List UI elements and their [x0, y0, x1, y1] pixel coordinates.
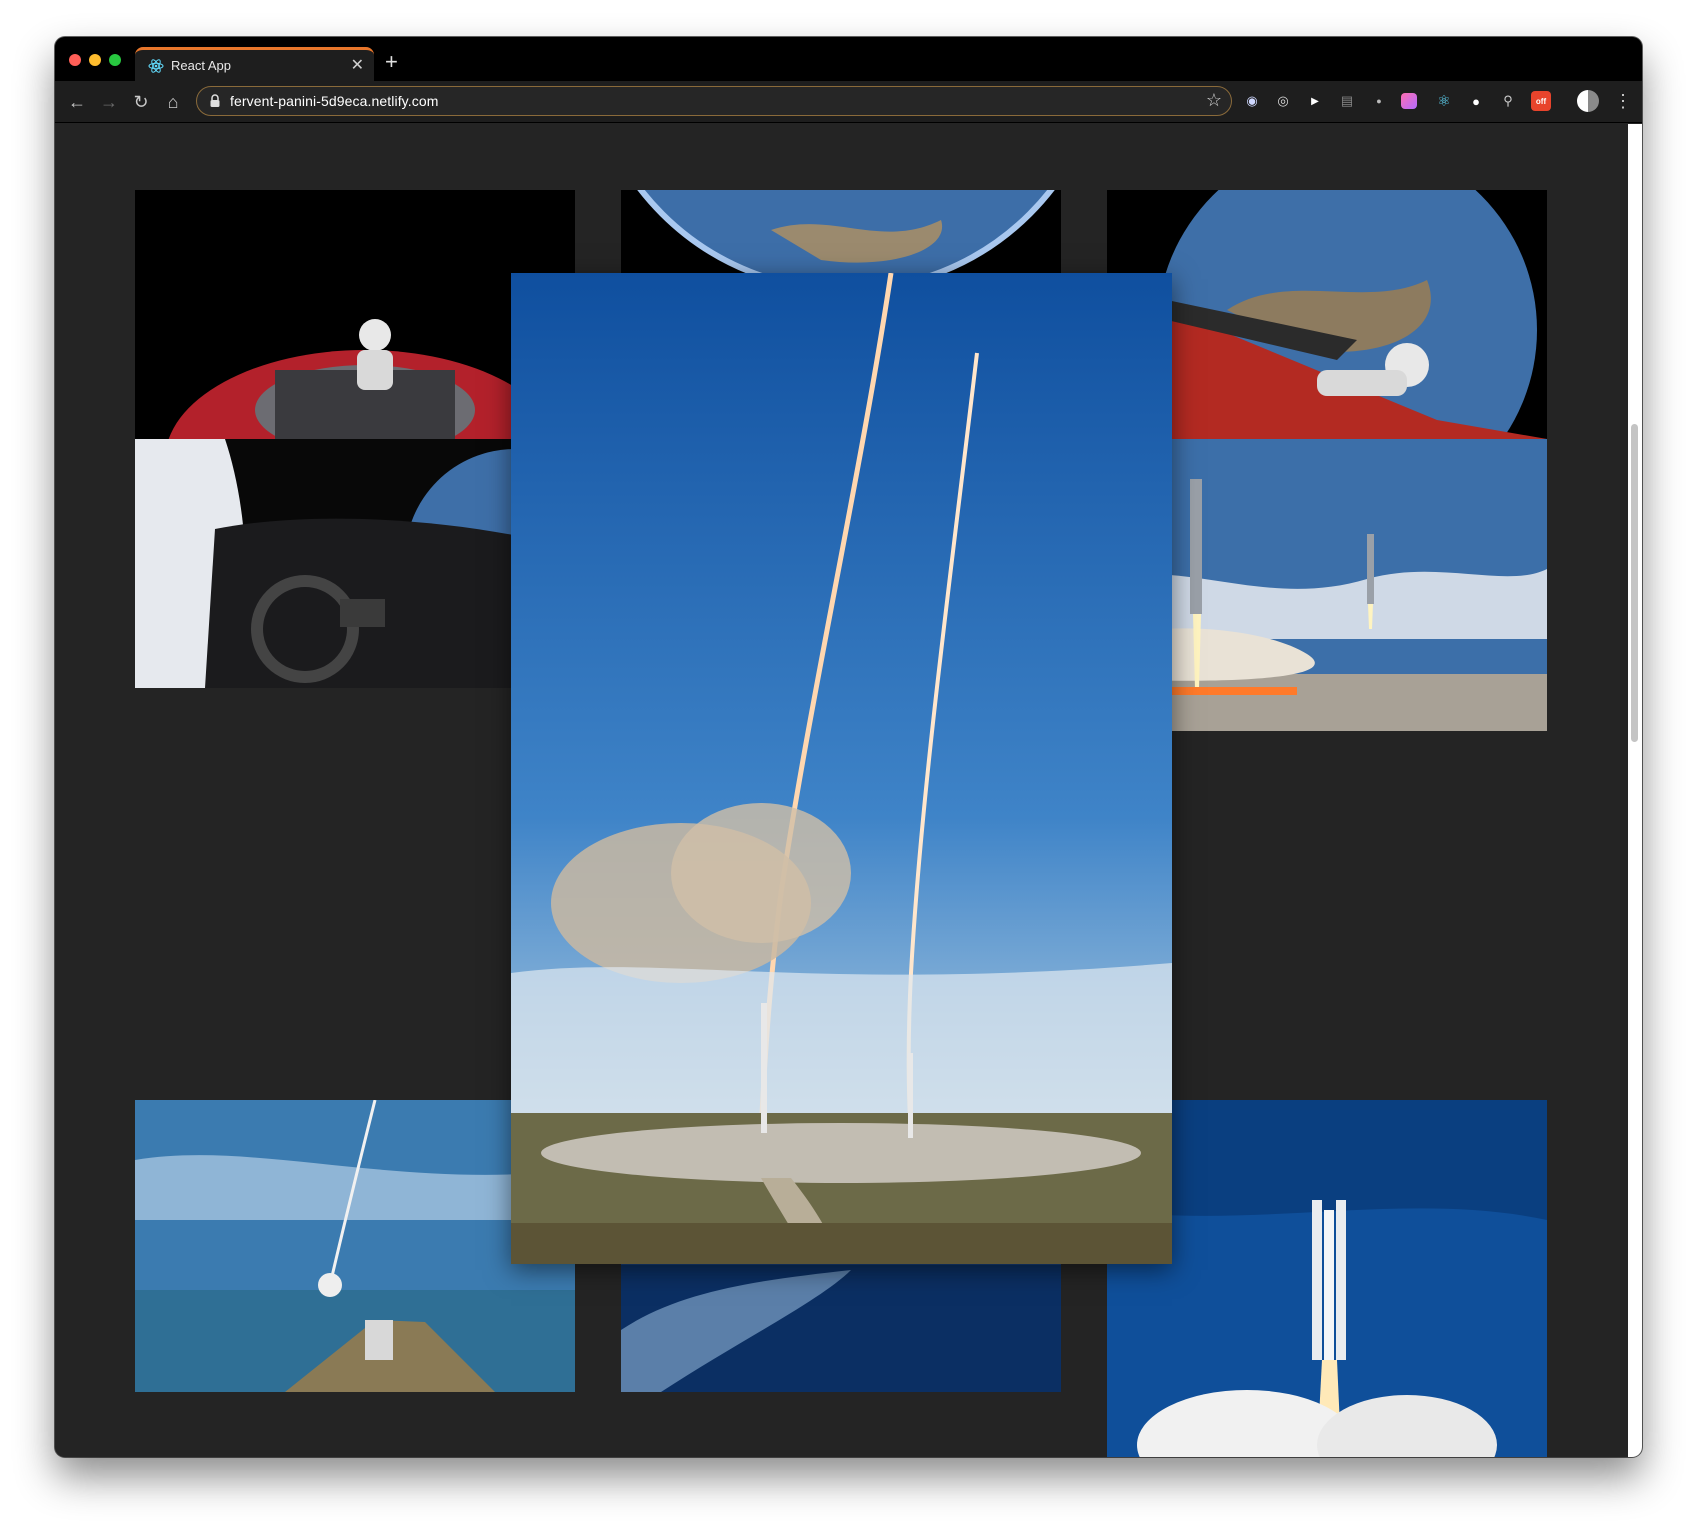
close-window-button[interactable]	[69, 54, 81, 66]
browser-window: React App ✕ + ← → ↻ ⌂ fervent-panini-5d9…	[55, 37, 1642, 1457]
url-text: fervent-panini-5d9eca.netlify.com	[230, 93, 439, 109]
tab-react-app[interactable]: React App ✕	[135, 47, 374, 81]
falcon-heavy-liftoff-image[interactable]	[1107, 1100, 1547, 1457]
booster-landing-trails-image[interactable]	[511, 273, 1172, 1264]
tab-title: React App	[171, 58, 231, 73]
gradient-extension-icon[interactable]	[1401, 93, 1417, 109]
title-bar: React App ✕ +	[55, 37, 1642, 81]
launch-aerial-view-image[interactable]	[135, 1100, 575, 1392]
minimize-window-button[interactable]	[89, 54, 101, 66]
page-viewport	[55, 124, 1628, 1457]
play-extension-icon[interactable]: ▶	[1305, 91, 1325, 111]
reload-icon[interactable]: ↻	[129, 90, 153, 114]
starman-dashboard-image[interactable]	[135, 439, 575, 688]
forward-arrow-icon[interactable]: →	[97, 90, 121, 114]
lock-icon	[210, 94, 220, 107]
roadster-over-earth-image[interactable]	[1107, 190, 1547, 439]
address-bar[interactable]: fervent-panini-5d9eca.netlify.com ☆	[196, 86, 1232, 116]
react-logo-icon	[148, 59, 164, 73]
browser-toolbar: ← → ↻ ⌂ fervent-panini-5d9eca.netlify.co…	[55, 81, 1642, 123]
vertical-scrollbar[interactable]	[1628, 124, 1642, 1457]
roadster-crescent-earth-image[interactable]	[135, 190, 575, 439]
bookmark-star-icon[interactable]: ☆	[1206, 90, 1222, 111]
back-arrow-icon[interactable]: ←	[65, 90, 89, 114]
mouse-extension-icon[interactable]: ●	[1369, 91, 1389, 111]
new-tab-button[interactable]: +	[385, 49, 398, 75]
owl-extension-icon[interactable]: ◉	[1242, 91, 1262, 111]
side-boosters-landing-image[interactable]	[1107, 439, 1547, 731]
pin-extension-icon[interactable]: ⚲	[1498, 91, 1518, 111]
home-icon[interactable]: ⌂	[161, 90, 185, 114]
scrollbar-thumb[interactable]	[1631, 424, 1638, 742]
react-devtools-icon[interactable]: ⚛	[1434, 91, 1454, 111]
circle-extension-icon[interactable]: ●	[1466, 91, 1486, 111]
podcast-extension-icon[interactable]: ◎	[1273, 91, 1293, 111]
close-tab-icon[interactable]: ✕	[351, 55, 364, 75]
maximize-window-button[interactable]	[109, 54, 121, 66]
browser-menu-icon[interactable]: ⋮	[1614, 90, 1632, 112]
list-extension-icon[interactable]: ▤	[1337, 91, 1357, 111]
off-extension-icon[interactable]: off	[1531, 91, 1551, 111]
profile-avatar[interactable]	[1577, 90, 1599, 112]
